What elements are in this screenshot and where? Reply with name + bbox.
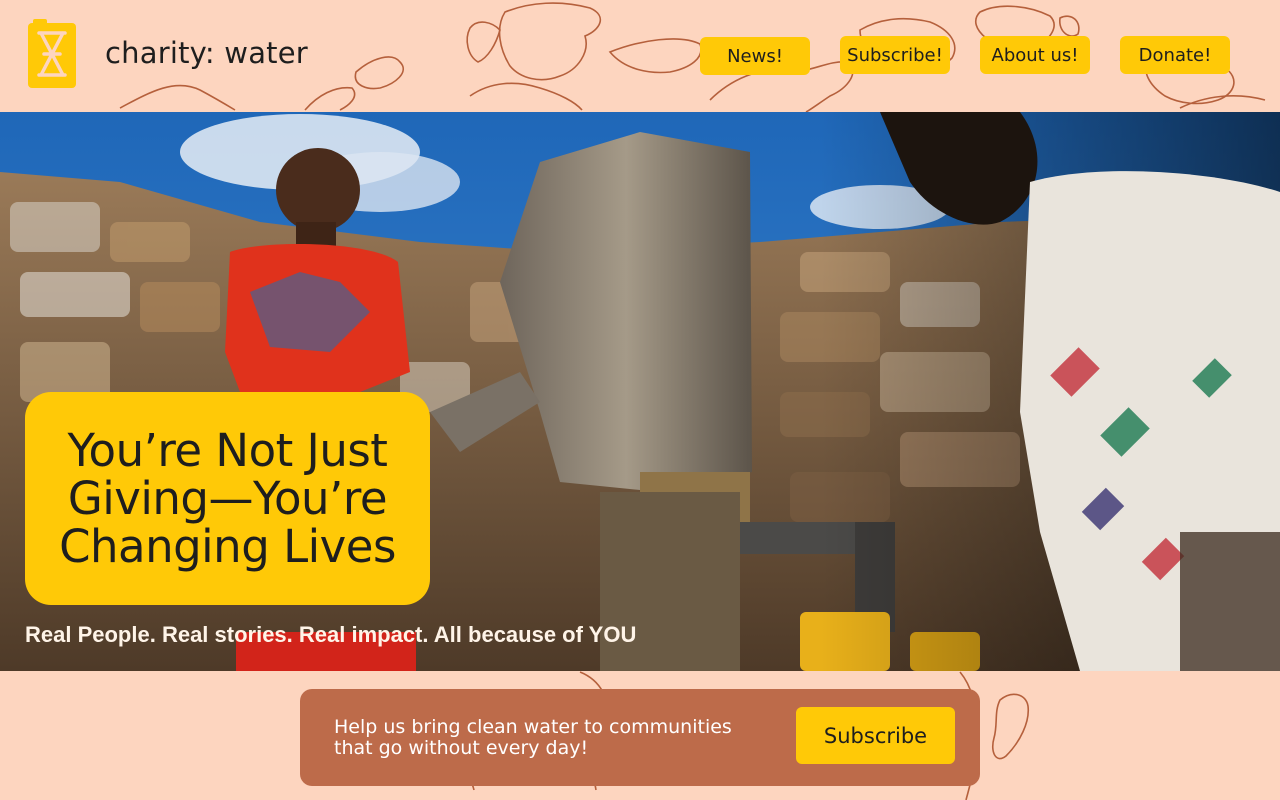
nav-donate-button[interactable]: Donate! xyxy=(1120,36,1230,74)
hero-tagline: Real People. Real stories. Real impact. … xyxy=(25,622,637,647)
subscribe-banner: Help us bring clean water to communities… xyxy=(300,689,980,786)
nav-news-button[interactable]: News! xyxy=(700,37,810,75)
hero-headline: You’re Not Just Giving—You’re Changing L… xyxy=(59,423,396,573)
subscribe-button[interactable]: Subscribe xyxy=(796,707,955,764)
headline-card: You’re Not Just Giving—You’re Changing L… xyxy=(25,392,430,605)
subscribe-banner-text: Help us bring clean water to communities… xyxy=(334,716,732,759)
hero-section: You’re Not Just Giving—You’re Changing L… xyxy=(0,112,1280,671)
site-header: charity: water News! Subscribe! About us… xyxy=(0,0,1280,112)
nav-subscribe-button[interactable]: Subscribe! xyxy=(840,36,950,74)
main-nav: News! Subscribe! About us! Donate! xyxy=(0,36,1280,78)
nav-about-button[interactable]: About us! xyxy=(980,36,1090,74)
